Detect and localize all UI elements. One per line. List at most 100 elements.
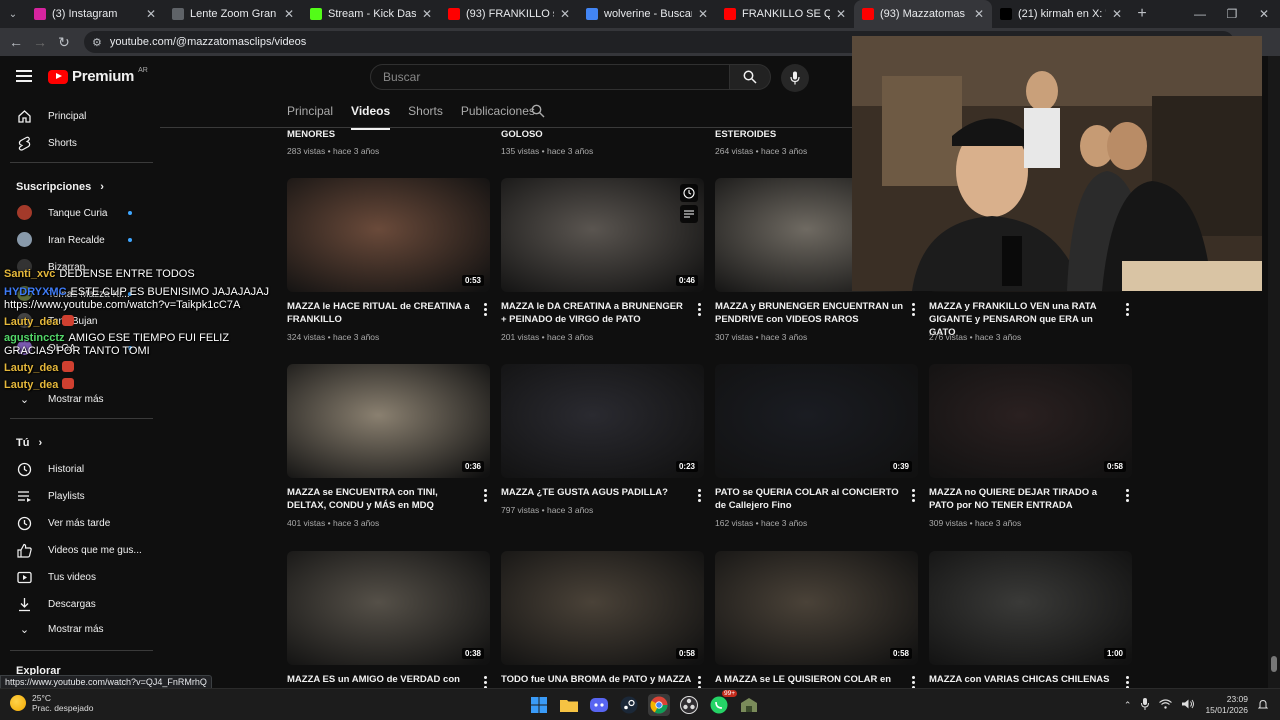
chevron-up-icon[interactable]: ⌃: [1124, 700, 1132, 711]
video-title[interactable]: MENORES: [287, 128, 477, 141]
video-card[interactable]: 0:39 PATO se QUERIA COLAR al CONCIERTO de…: [715, 364, 920, 534]
wifi-icon[interactable]: [1159, 699, 1173, 711]
forward-icon[interactable]: →: [28, 34, 52, 50]
back-icon[interactable]: ←: [4, 34, 28, 50]
close-tab-icon[interactable]: ✕: [422, 7, 432, 21]
close-tab-icon[interactable]: ✕: [284, 7, 294, 21]
watch-later-icon[interactable]: [680, 184, 698, 202]
windows-start-icon[interactable]: [528, 694, 550, 716]
sidebar-item-playlist[interactable]: Playlists: [0, 483, 155, 509]
channel-search-icon[interactable]: [531, 104, 545, 123]
notifications-bell-icon[interactable]: [1257, 699, 1269, 712]
file-explorer-icon[interactable]: [558, 694, 580, 716]
minimize-icon[interactable]: —: [1184, 7, 1216, 21]
close-tab-icon[interactable]: ✕: [560, 7, 570, 21]
browser-tab[interactable]: Stream - Kick Dashboard ✕: [302, 0, 440, 28]
more-actions-icon[interactable]: [698, 489, 702, 504]
more-actions-icon[interactable]: [1126, 303, 1130, 318]
search-input[interactable]: Buscar: [370, 64, 730, 90]
sidebar-item-shorts[interactable]: Shorts: [0, 130, 155, 156]
sidebar-item-principal[interactable]: Principal: [0, 103, 155, 129]
video-thumbnail[interactable]: 0:39: [715, 364, 918, 478]
tab-videos[interactable]: Videos: [351, 98, 391, 130]
video-card[interactable]: MENORES 283 vistas • hace 3 años: [287, 128, 492, 158]
browser-tab[interactable]: (21) kirmah en X: "Tiene q ✕: [992, 0, 1130, 28]
page-scrollbar[interactable]: [1268, 56, 1280, 688]
sidebar-subscription[interactable]: Iran Recalde: [0, 227, 155, 253]
browser-tab[interactable]: (3) Instagram ✕: [26, 0, 164, 28]
video-title[interactable]: MAZZA le DA CREATINA a BRUNENGER + PEINA…: [501, 300, 691, 326]
search-button[interactable]: [729, 64, 771, 90]
video-title[interactable]: PATO se QUERIA COLAR al CONCIERTO de Cal…: [715, 486, 905, 512]
add-to-queue-icon[interactable]: [680, 205, 698, 223]
video-card[interactable]: 0:53 MAZZA le HACE RITUAL de CREATINA a F…: [287, 178, 492, 348]
video-title[interactable]: GOLOSO: [501, 128, 691, 141]
scrollbar-thumb[interactable]: [1271, 656, 1277, 672]
more-actions-icon[interactable]: [484, 303, 488, 318]
more-actions-icon[interactable]: [912, 303, 916, 318]
video-card[interactable]: 0:36 MAZZA se ENCUENTRA con TINI, DELTAX,…: [287, 364, 492, 534]
chrome-icon[interactable]: [648, 694, 670, 716]
sidebar-item-download[interactable]: Descargas: [0, 591, 155, 617]
microphone-tray-icon[interactable]: [1141, 698, 1150, 712]
video-title[interactable]: MAZZA y BRUNENGER ENCUENTRAN un PENDRIVE…: [715, 300, 905, 326]
video-title[interactable]: MAZZA se ENCUENTRA con TINI, DELTAX, CON…: [287, 486, 477, 512]
video-thumbnail[interactable]: 0:46: [501, 178, 704, 292]
video-title[interactable]: MAZZA no QUIERE DEJAR TIRADO a PATO por …: [929, 486, 1119, 512]
volume-icon[interactable]: [1182, 699, 1195, 711]
video-thumbnail[interactable]: 0:58: [929, 364, 1132, 478]
video-title[interactable]: MAZZA con VARIAS CHICAS CHILENAS: [929, 673, 1119, 686]
video-thumbnail[interactable]: 0:58: [715, 551, 918, 665]
video-card[interactable]: 0:23 MAZZA ¿TE GUSTA AGUS PADILLA? 797 vis…: [501, 364, 706, 534]
maximize-icon[interactable]: ❐: [1216, 7, 1248, 21]
video-thumbnail[interactable]: 1:00: [929, 551, 1132, 665]
video-thumbnail[interactable]: 0:23: [501, 364, 704, 478]
more-actions-icon[interactable]: [912, 489, 916, 504]
subscriptions-heading[interactable]: Suscripciones ›: [16, 181, 104, 193]
browser-tab[interactable]: Lente Zoom Gran Angular ✕: [164, 0, 302, 28]
more-actions-icon[interactable]: [484, 489, 488, 504]
video-thumbnail[interactable]: 0:53: [287, 178, 490, 292]
browser-tab[interactable]: FRANKILLO SE QUISO HACER ✕: [716, 0, 854, 28]
close-window-icon[interactable]: ✕: [1248, 7, 1280, 21]
tab-shorts[interactable]: Shorts: [408, 98, 443, 128]
more-actions-icon[interactable]: [1126, 489, 1130, 504]
youtube-logo[interactable]: Premium AR: [48, 67, 148, 85]
video-thumbnail[interactable]: 0:58: [501, 551, 704, 665]
weather-widget[interactable]: 25°C Prac. despejado: [10, 693, 93, 713]
sidebar-item-history[interactable]: Historial: [0, 456, 155, 482]
browser-tab[interactable]: (93) Mazzatomas Clips - YouTube ✕: [854, 0, 992, 28]
you-show-more[interactable]: ⌄ Mostrar más: [0, 616, 155, 642]
tab-publicaciones[interactable]: Publicaciones: [461, 98, 535, 128]
sidebar-item-clock[interactable]: Ver más tarde: [0, 510, 155, 536]
close-tab-icon[interactable]: ✕: [974, 7, 984, 21]
video-card[interactable]: 0:46 MAZZA le DA CREATINA a BRUNENGER + P…: [501, 178, 706, 348]
you-heading[interactable]: Tú ›: [16, 437, 42, 449]
tab-search-icon[interactable]: ⌄: [0, 0, 26, 28]
obs-icon[interactable]: [678, 694, 700, 716]
steam-icon[interactable]: [618, 694, 640, 716]
close-tab-icon[interactable]: ✕: [698, 7, 708, 21]
app-icon[interactable]: [738, 694, 760, 716]
menu-icon[interactable]: [16, 70, 32, 85]
tab-principal[interactable]: Principal: [287, 98, 333, 128]
sidebar-subscription[interactable]: Tanque Curia: [0, 200, 155, 226]
close-tab-icon[interactable]: ✕: [146, 7, 156, 21]
video-title[interactable]: MAZZA ¿TE GUSTA AGUS PADILLA?: [501, 486, 691, 499]
video-thumbnail[interactable]: 0:38: [287, 551, 490, 665]
sidebar-item-like[interactable]: Videos que me gus...: [0, 537, 155, 563]
reload-icon[interactable]: ↻: [52, 34, 76, 51]
video-thumbnail[interactable]: 0:36: [287, 364, 490, 478]
video-card[interactable]: GOLOSO 135 vistas • hace 3 años: [501, 128, 706, 158]
more-actions-icon[interactable]: [698, 303, 702, 318]
voice-search-button[interactable]: [781, 64, 809, 92]
clock[interactable]: 23:09 15/01/2026: [1205, 694, 1248, 716]
new-tab-button[interactable]: +: [1130, 5, 1154, 23]
discord-icon[interactable]: [588, 694, 610, 716]
video-title[interactable]: MAZZA le HACE RITUAL de CREATINA a FRANK…: [287, 300, 477, 326]
close-tab-icon[interactable]: ✕: [836, 7, 846, 21]
video-card[interactable]: 0:58 MAZZA no QUIERE DEJAR TIRADO a PATO …: [929, 364, 1134, 534]
whatsapp-icon[interactable]: 99+: [708, 690, 737, 716]
site-info-icon[interactable]: ⚙: [92, 36, 102, 49]
browser-tab[interactable]: wolverine - Buscar con Google ✕: [578, 0, 716, 28]
